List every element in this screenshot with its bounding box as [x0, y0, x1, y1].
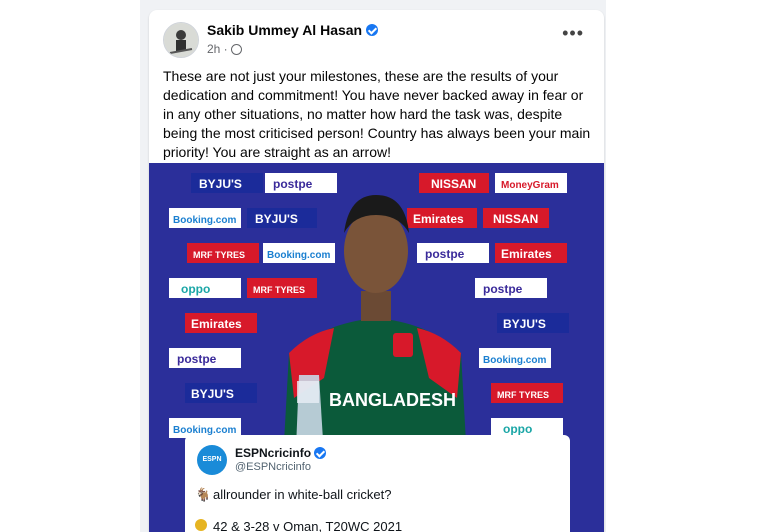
sponsor-postpe-3: postpe: [483, 282, 523, 296]
sponsor-mrf-2: MRF TYRES: [253, 285, 305, 295]
sponsor-oppo-2: oppo: [503, 422, 532, 436]
globe-icon: [230, 43, 242, 55]
post-photo[interactable]: BYJU'S postpe NISSAN MoneyGram Booking.c…: [149, 163, 604, 532]
sponsor-mrf: MRF TYRES: [193, 250, 245, 260]
sponsor-oppo: oppo: [181, 282, 210, 296]
sponsor-postpe: postpe: [273, 177, 313, 191]
sponsor-nissan: NISSAN: [431, 177, 476, 191]
tweet-handle[interactable]: @ESPNcricinfo: [235, 461, 311, 473]
facebook-post: Sakib Ummey Al Hasan 2h · ••• These are …: [149, 10, 604, 532]
sponsor-mrf-3: MRF TYRES: [497, 390, 549, 400]
espncricinfo-logo-icon: ESPN cricinfo: [197, 445, 227, 493]
sponsor-byjus-3: BYJU'S: [503, 317, 546, 331]
sponsor-byjus-2: BYJU'S: [255, 212, 298, 226]
author-name-text[interactable]: Sakib Ummey Al Hasan: [207, 22, 362, 38]
sponsor-booking-3: Booking.com: [483, 355, 546, 366]
sponsor-emirates: Emirates: [413, 212, 464, 226]
sponsor-emirates-3: Emirates: [191, 317, 242, 331]
verified-badge-icon: [314, 447, 327, 459]
jersey-text: BANGLADESH: [329, 390, 456, 410]
post-time[interactable]: 2h ·: [207, 42, 228, 56]
sponsor-byjus: BYJU'S: [199, 177, 242, 191]
tweet-author[interactable]: ESPNcricinfo: [235, 446, 327, 460]
embedded-tweet[interactable]: ESPN cricinfo ESPNcricinfo @ESPNcricinfo…: [185, 435, 570, 532]
tweet-line-1: allrounder in white-ball cricket?: [213, 487, 392, 502]
author-avatar[interactable]: [163, 22, 199, 58]
more-options-button[interactable]: •••: [562, 24, 584, 42]
post-text: These are not just your milestones, thes…: [163, 68, 591, 160]
sponsor-emirates-2: Emirates: [501, 247, 552, 261]
tweet-line-2: 42 & 3-28 v Oman, T20WC 2021: [213, 519, 403, 532]
sponsor-nissan-2: NISSAN: [493, 212, 538, 226]
goat-icon: 🐐: [195, 487, 212, 502]
sponsor-postpe-4: postpe: [177, 352, 217, 366]
sponsor-postpe-2: postpe: [425, 247, 465, 261]
medal-icon: [195, 519, 207, 531]
tweet-author-name[interactable]: ESPNcricinfo: [235, 446, 311, 460]
sponsor-byjus-4: BYJU'S: [191, 387, 234, 401]
author-name[interactable]: Sakib Ummey Al Hasan: [207, 22, 379, 38]
post-meta: 2h ·: [207, 42, 242, 56]
verified-badge-icon: [366, 24, 379, 36]
sponsor-booking-2: Booking.com: [267, 250, 330, 261]
sponsor-booking: Booking.com: [173, 215, 236, 226]
sponsor-moneygram: MoneyGram: [501, 180, 559, 191]
